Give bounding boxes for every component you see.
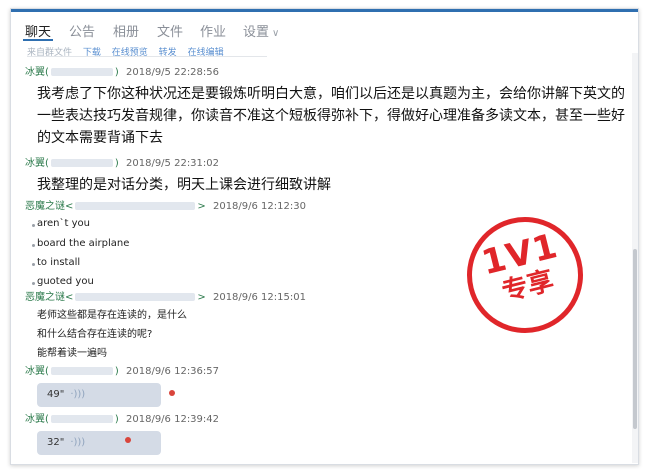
sender-name: 冰翼( [25,414,49,425]
message-line: 老师这些都是存在连读的，是什么 [37,310,187,321]
tab-album[interactable]: 相册 [113,23,139,43]
blurred-id [50,159,113,167]
message-time: 2018/9/6 12:15:01 [212,292,306,303]
sound-wave-icon: ·))) [70,389,86,400]
blurred-id [50,415,113,423]
tab-announcement[interactable]: 公告 [69,23,95,43]
unread-dot [169,390,175,396]
list-item: aren`t you [37,218,90,229]
message-line: 的文本需要背诵下去 [37,130,163,146]
blurred-id [50,367,113,375]
chat-window: 聊天 公告 相册 文件 作业 设置 ∨ 来自群文件 下载 在线预览 转发 在线编辑… [10,8,639,465]
message-time: 2018/9/5 22:28:56 [126,67,220,78]
list-item: board the airplane [37,238,130,249]
voice-duration: 49" [47,389,65,400]
sender-tail: > [197,292,206,303]
bullet-dot [32,282,35,285]
download-link[interactable]: 下载 [83,48,101,56]
tab-settings-label: 设置 [243,25,270,40]
list-item: guoted you [37,276,94,287]
voice-message[interactable]: 32" ·))) [37,431,161,455]
blurred-id [75,293,196,301]
message-line: 一些表达技巧发音规律，你读音不准这个短板得弥补下，得做好心理准备多读文本，甚至一… [37,108,625,124]
bullet-dot [32,224,35,227]
tab-bar: 聊天 公告 相册 文件 作业 设置 ∨ [11,23,638,47]
chevron-down-icon: ∨ [272,28,280,39]
sender-name: 冰翼( [25,366,49,377]
bullet-dot [32,263,35,266]
sender-tail: ) [114,67,119,78]
tab-settings[interactable]: 设置 ∨ [243,23,279,44]
sender-name: 恶魔之谜< [25,201,74,212]
file-source-label: 来自群文件 [27,48,73,57]
blurred-id [75,202,196,210]
sender-name: 冰翼( [25,158,49,169]
message-header: 恶魔之谜< > 2018/9/6 12:12:30 [25,201,306,213]
voice-duration: 32" [47,437,65,448]
active-tab-indicator [23,39,53,41]
sound-wave-icon: ·))) [70,437,86,448]
message-line: 我考虑了下你这种状况还是要锻炼听明白大意，咱们以后还是以真题为主，会给你讲解下英… [37,86,625,102]
message-header: 冰翼() 2018/9/5 22:28:56 [25,67,219,79]
file-action-strip: 来自群文件 下载 在线预览 转发 在线编辑 [27,45,267,57]
sender-tail: ) [114,158,119,169]
message-time: 2018/9/6 12:39:42 [126,414,220,425]
blurred-id [50,68,113,76]
sender-tail: ) [114,366,119,377]
forward-link[interactable]: 转发 [159,48,177,56]
exclusive-stamp: 1V1 专享 [454,204,596,346]
window-top-accent [11,9,638,12]
voice-message[interactable]: 49" ·))) [37,383,161,407]
message-header: 冰翼() 2018/9/6 12:39:42 [25,414,219,426]
message-header: 冰翼() 2018/9/5 22:31:02 [25,158,219,170]
message-header: 冰翼() 2018/9/6 12:36:57 [25,366,219,378]
scrollbar-thumb[interactable] [633,249,637,429]
tab-homework[interactable]: 作业 [200,23,226,43]
list-item: to install [37,257,81,268]
message-time: 2018/9/6 12:36:57 [126,366,220,377]
message-header: 恶魔之谜< > 2018/9/6 12:15:01 [25,292,306,304]
message-time: 2018/9/6 12:12:30 [212,201,306,212]
sender-tail: > [197,201,206,212]
message-body: 我整理的是对话分类，明天上课会进行细致讲解 [37,174,638,196]
sender-name: 冰翼( [25,67,49,78]
unread-dot [125,437,131,443]
bullet-dot [32,244,35,247]
edit-link[interactable]: 在线编辑 [188,48,224,56]
sender-tail: ) [114,414,119,425]
sender-name: 恶魔之谜< [25,292,74,303]
message-line: 和什么结合存在连读的呢? [37,329,153,340]
message-line: 我整理的是对话分类，明天上课会进行细致讲解 [37,177,331,193]
message-body: 我考虑了下你这种状况还是要锻炼听明白大意，咱们以后还是以真题为主，会给你讲解下英… [37,83,638,149]
message-line: 能帮着读一遍吗 [37,348,107,359]
preview-link[interactable]: 在线预览 [112,48,148,56]
message-time: 2018/9/5 22:31:02 [126,158,220,169]
tab-files[interactable]: 文件 [157,23,183,43]
